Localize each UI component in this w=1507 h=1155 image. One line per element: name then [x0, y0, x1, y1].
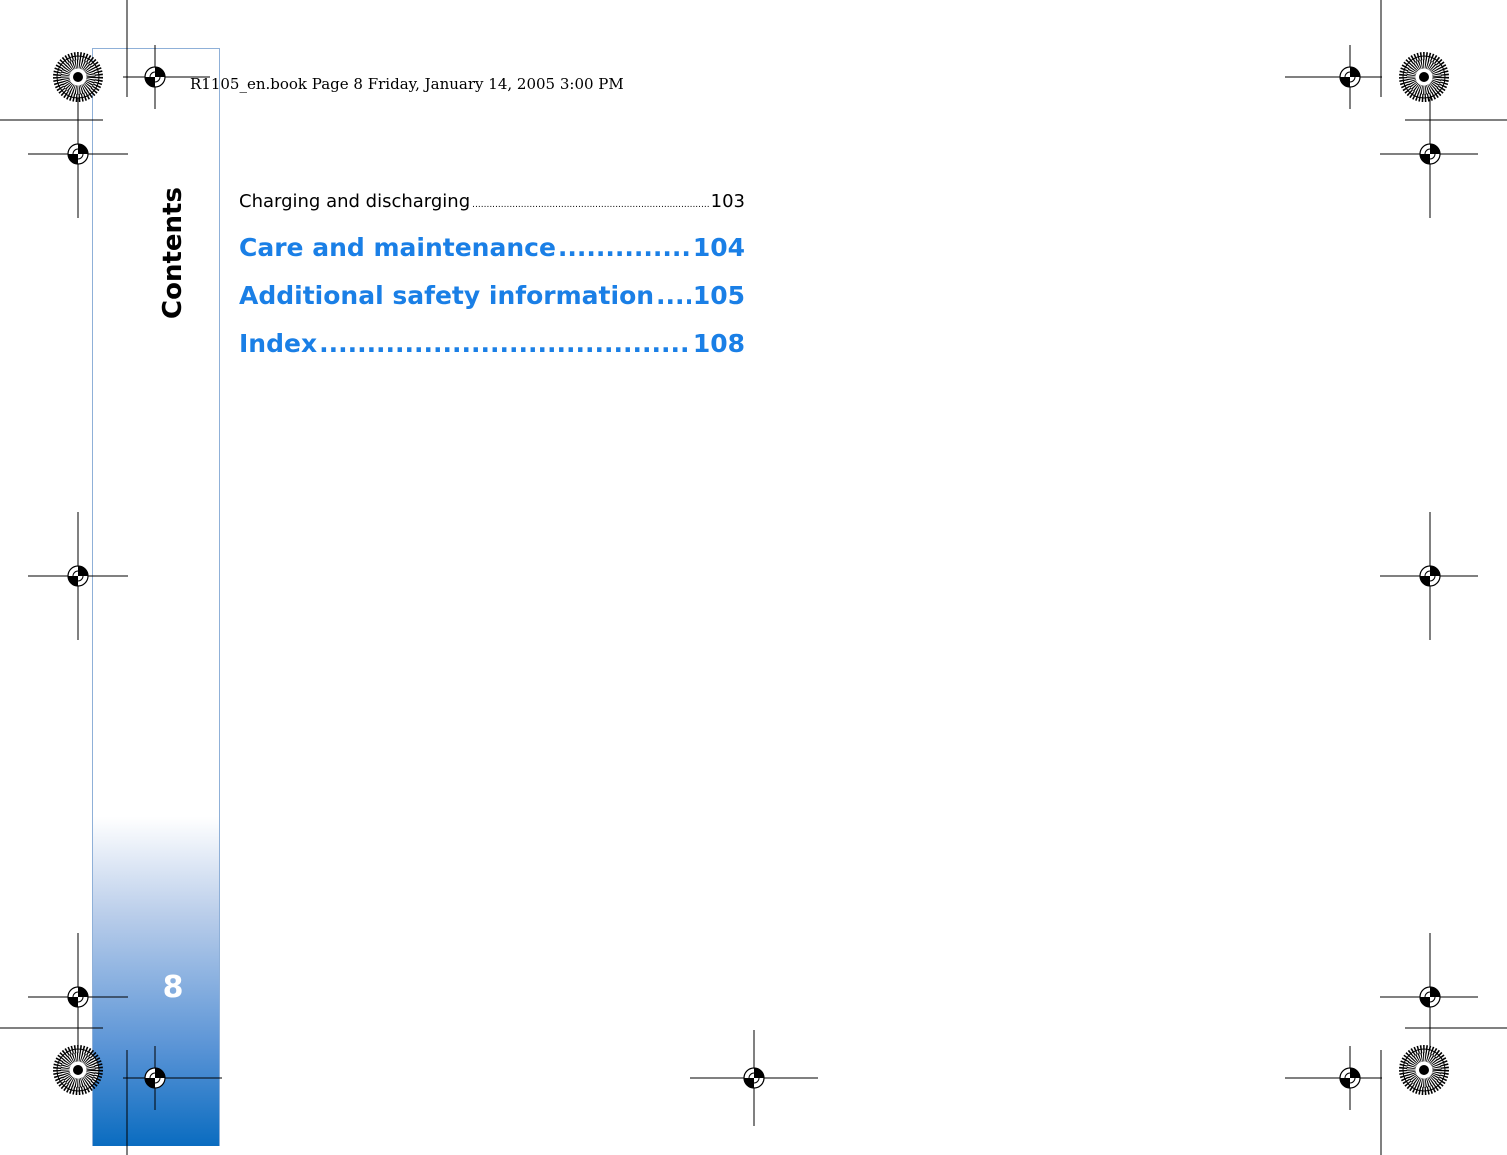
printer-marks — [0, 0, 1507, 1155]
registration-mark-icon — [45, 543, 111, 609]
registration-mark-icon — [1397, 121, 1463, 187]
registration-mark-icon — [1317, 1045, 1383, 1111]
registration-mark-icon — [1317, 44, 1383, 110]
star-target-icon — [57, 1049, 99, 1091]
registration-mark-icon — [1397, 543, 1463, 609]
star-target-icon — [1403, 1049, 1445, 1091]
registration-mark-icon — [721, 1045, 787, 1111]
star-target-icon — [1403, 56, 1445, 98]
star-target-icon — [57, 56, 99, 98]
registration-mark-icon — [1397, 964, 1463, 1030]
registration-mark-icon — [45, 964, 111, 1030]
registration-mark-icon — [122, 1045, 188, 1111]
registration-mark-icon — [45, 121, 111, 187]
registration-mark-icon — [122, 44, 188, 110]
